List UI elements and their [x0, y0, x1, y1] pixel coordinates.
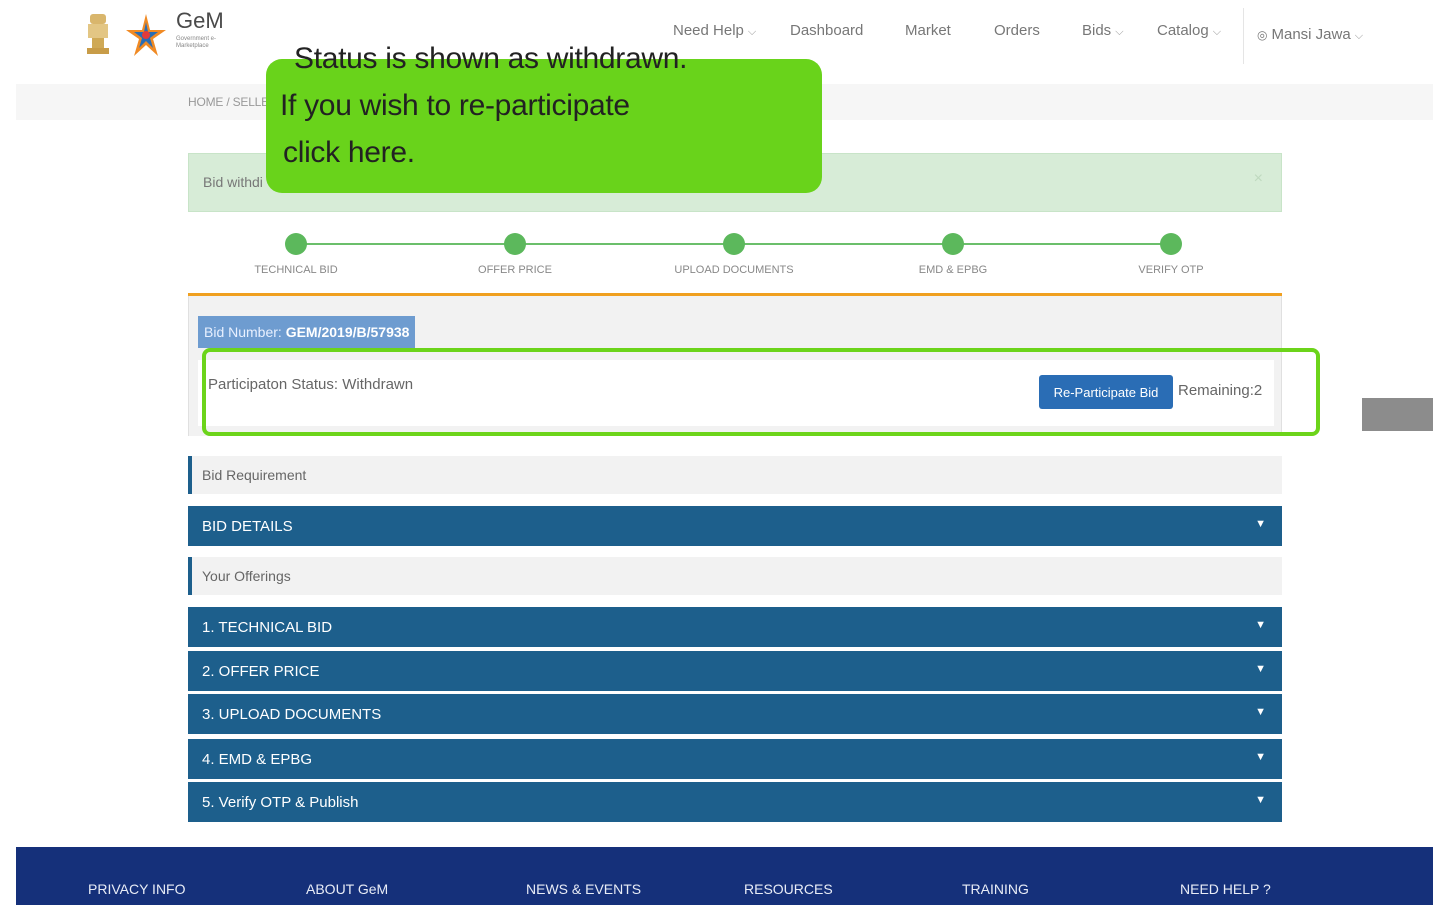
footer-resources[interactable]: RESOURCES [744, 881, 833, 897]
footer-privacy-info[interactable]: PRIVACY INFO [88, 881, 186, 897]
chevron-down-icon: ⌵ [1212, 26, 1222, 38]
step-label: EMD & EPBG [918, 264, 988, 276]
accordion-label: 1. TECHNICAL BID [202, 619, 333, 636]
step-label: UPLOAD DOCUMENTS [674, 264, 794, 276]
caret-down-icon: ▼ [1255, 794, 1266, 806]
nav-catalog[interactable]: Catalog ⌵ [1157, 22, 1221, 39]
national-emblem-icon [87, 14, 109, 54]
footer-need-help[interactable]: NEED HELP ? [1180, 881, 1271, 897]
footer-about-gem[interactable]: ABOUT GeM [306, 881, 388, 897]
accordion-label: 3. UPLOAD DOCUMENTS [202, 706, 382, 723]
step-label: OFFER PRICE [478, 264, 552, 276]
logo-subtext: Government e-Marketplace [176, 36, 217, 49]
accordion-offer-price[interactable]: 2. OFFER PRICE ▼ [188, 651, 1282, 691]
section-bid-requirement: Bid Requirement [188, 456, 1282, 494]
tutorial-callout [266, 59, 822, 193]
nav-divider [1243, 8, 1244, 64]
step-dot-verify-otp[interactable] [1160, 233, 1182, 255]
logo-text[interactable]: GeM [176, 8, 224, 34]
caret-down-icon: ▼ [1255, 663, 1266, 675]
footer: PRIVACY INFO ABOUT GeM NEWS & EVENTS RES… [16, 847, 1433, 905]
nav-market[interactable]: Market [905, 22, 951, 39]
callout-line-3: click here. [283, 136, 415, 169]
callout-line-2: If you wish to re-participate [280, 89, 630, 122]
highlight-frame [202, 348, 1320, 436]
side-tab[interactable] [1362, 398, 1433, 431]
user-menu[interactable]: ◎ Mansi Jawa ⌵ [1257, 26, 1363, 43]
accordion-upload-documents[interactable]: 3. UPLOAD DOCUMENTS ▼ [188, 694, 1282, 734]
accordion-label: 2. OFFER PRICE [202, 663, 320, 680]
bid-number-label: Bid Number: [204, 324, 282, 340]
chevron-down-icon: ⌵ [747, 26, 757, 38]
accordion-bid-details[interactable]: BID DETAILS ▼ [188, 506, 1282, 546]
nav-need-help[interactable]: Need Help ⌵ [673, 22, 756, 39]
close-icon[interactable]: × [1254, 170, 1263, 188]
section-your-offerings: Your Offerings [188, 557, 1282, 595]
footer-news-events[interactable]: NEWS & EVENTS [526, 881, 641, 897]
accordion-label: BID DETAILS [202, 518, 293, 535]
accordion-technical-bid[interactable]: 1. TECHNICAL BID ▼ [188, 607, 1282, 647]
breadcrumb[interactable]: HOME / SELLER [188, 95, 278, 109]
step-label: TECHNICAL BID [254, 264, 338, 276]
step-dot-upload-documents[interactable] [723, 233, 745, 255]
caret-down-icon: ▼ [1255, 751, 1266, 763]
accordion-label: 5. Verify OTP & Publish [202, 794, 359, 811]
chevron-down-icon: ⌵ [1115, 26, 1124, 38]
nav-bids[interactable]: Bids ⌵ [1082, 22, 1124, 39]
bid-number-value: GEM/2019/B/57938 [285, 324, 410, 340]
callout-line-1: Status is shown as withdrawn. [294, 42, 688, 75]
caret-down-icon: ▼ [1255, 518, 1266, 530]
user-icon: ◎ [1257, 28, 1268, 42]
accordion-label: 4. EMD & EPBG [202, 751, 313, 768]
accordion-emd-epbg[interactable]: 4. EMD & EPBG ▼ [188, 739, 1282, 779]
step-label: VERIFY OTP [1138, 264, 1204, 276]
section-title: Your Offerings [202, 568, 291, 584]
step-dot-offer-price[interactable] [504, 233, 526, 255]
caret-down-icon: ▼ [1255, 619, 1266, 631]
accordion-verify-otp[interactable]: 5. Verify OTP & Publish ▼ [188, 782, 1282, 822]
step-dot-technical-bid[interactable] [285, 233, 307, 255]
footer-training[interactable]: TRAINING [962, 881, 1029, 897]
chevron-down-icon: ⌵ [1354, 30, 1364, 42]
alert-message: Bid withdi [203, 174, 263, 190]
nav-orders[interactable]: Orders [994, 22, 1040, 39]
bid-number-badge: Bid Number: GEM/2019/B/57938 [198, 316, 416, 348]
caret-down-icon: ▼ [1255, 706, 1266, 718]
step-dot-emd-epbg[interactable] [942, 233, 964, 255]
gem-star-logo-icon[interactable] [124, 12, 168, 58]
section-title: Bid Requirement [202, 467, 307, 483]
nav-dashboard[interactable]: Dashboard [790, 22, 863, 39]
